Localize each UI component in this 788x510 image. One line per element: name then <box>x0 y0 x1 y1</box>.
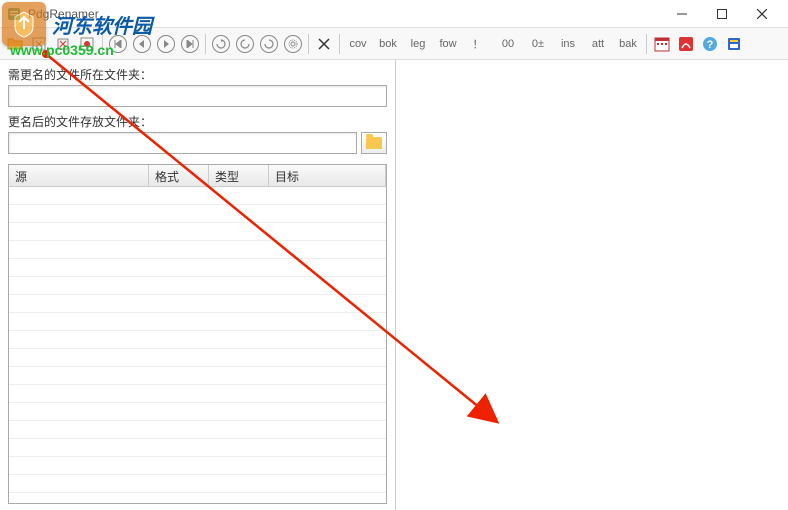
col-source[interactable]: 源 <box>9 165 149 186</box>
browse-target-button[interactable] <box>361 132 387 154</box>
target-folder-row: 更名后的文件存放文件夹： <box>8 113 387 154</box>
ins-button[interactable]: ins <box>554 34 582 54</box>
prev-button[interactable] <box>131 33 153 55</box>
source-folder-input[interactable] <box>8 85 387 107</box>
blue-tool-button[interactable] <box>723 33 745 55</box>
maximize-button[interactable] <box>702 0 742 28</box>
refresh-button[interactable] <box>210 33 232 55</box>
last-button[interactable] <box>179 33 201 55</box>
col-target[interactable]: 目标 <box>269 165 386 186</box>
folder-icon <box>366 137 382 149</box>
exclaim-button[interactable]: ！ <box>464 34 492 54</box>
separator <box>308 34 309 54</box>
file-table: 源 格式 类型 目标 <box>8 164 387 504</box>
rotate-right-button[interactable] <box>258 33 280 55</box>
left-panel: 需更名的文件所在文件夹： 更名后的文件存放文件夹： 源 格式 类型 目标 <box>0 60 395 510</box>
window-title: PdgRenamer <box>28 7 662 21</box>
col-type[interactable]: 类型 <box>209 165 269 186</box>
bok-button[interactable]: bok <box>374 34 402 54</box>
table-body[interactable] <box>9 187 386 503</box>
col-format[interactable]: 格式 <box>149 165 209 186</box>
red-tool-button[interactable] <box>675 33 697 55</box>
exit-button[interactable] <box>76 33 98 55</box>
target-folder-input[interactable] <box>8 132 357 154</box>
toolbar: cov bok leg fow ！ 00 0± ins att bak ? <box>0 28 788 60</box>
settings-button[interactable] <box>282 33 304 55</box>
rotate-left-button[interactable] <box>234 33 256 55</box>
window-controls <box>662 0 782 28</box>
calendar-button[interactable] <box>651 33 673 55</box>
separator <box>646 34 647 54</box>
next-button[interactable] <box>155 33 177 55</box>
separator <box>205 34 206 54</box>
rename-button[interactable] <box>28 33 50 55</box>
svg-text:?: ? <box>707 39 714 51</box>
delete-button[interactable] <box>313 33 335 55</box>
app-icon <box>6 6 22 22</box>
zero-button[interactable]: 00 <box>494 34 522 54</box>
leg-button[interactable]: leg <box>404 34 432 54</box>
first-button[interactable] <box>107 33 129 55</box>
cov-button[interactable]: cov <box>344 34 372 54</box>
clear-button[interactable] <box>52 33 74 55</box>
help-button[interactable]: ? <box>699 33 721 55</box>
separator <box>102 34 103 54</box>
bak-button[interactable]: bak <box>614 34 642 54</box>
open-folder-button[interactable] <box>4 33 26 55</box>
separator <box>339 34 340 54</box>
table-header: 源 格式 类型 目标 <box>9 165 386 187</box>
close-button[interactable] <box>742 0 782 28</box>
preview-panel <box>395 60 788 510</box>
source-folder-label: 需更名的文件所在文件夹： <box>8 66 387 83</box>
minimize-button[interactable] <box>662 0 702 28</box>
main-area: 需更名的文件所在文件夹： 更名后的文件存放文件夹： 源 格式 类型 目标 <box>0 60 788 510</box>
att-button[interactable]: att <box>584 34 612 54</box>
titlebar: PdgRenamer <box>0 0 788 28</box>
fow-button[interactable]: fow <box>434 34 462 54</box>
target-folder-label: 更名后的文件存放文件夹： <box>8 113 387 130</box>
zeroplus-button[interactable]: 0± <box>524 34 552 54</box>
source-folder-row: 需更名的文件所在文件夹： <box>8 66 387 107</box>
